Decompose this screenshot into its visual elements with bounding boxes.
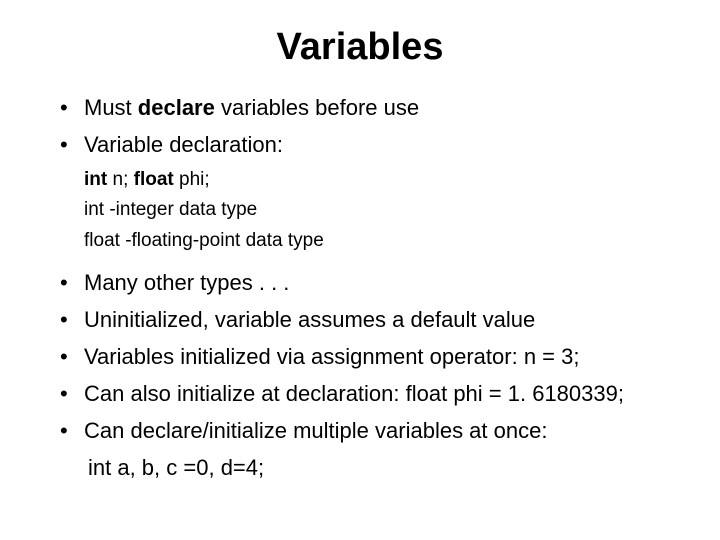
bullet-item-declare: Must declare variables before use (60, 91, 680, 124)
bullet-item-init-decl: Can also initialize at declaration: floa… (60, 377, 680, 410)
bullet-text: Can also initialize at declaration: floa… (84, 381, 624, 406)
code-line-multiple: int a, b, c =0, d=4; (40, 451, 680, 484)
bullet-text: Variables initialized via assignment ope… (84, 344, 579, 369)
bullet-item-other-types: Many other types . . . (60, 266, 680, 299)
bullet-item-declaration: Variable declaration: (60, 128, 680, 161)
sub-list: int n; float phi; int -integer data type… (40, 165, 680, 256)
code-keyword-float: float (134, 169, 174, 190)
sub-item-int: int -integer data type (84, 195, 680, 225)
slide-title: Variables (40, 26, 680, 69)
bullet-text: Uninitialized, variable assumes a defaul… (84, 307, 535, 332)
bullet-text: Can declare/initialize multiple variable… (84, 418, 547, 443)
bullet-list: Must declare variables before use Variab… (40, 91, 680, 161)
bullet-item-assignment: Variables initialized via assignment ope… (60, 340, 680, 373)
sub-item-code: int n; float phi; (84, 165, 680, 195)
code-text: phi; (174, 169, 210, 190)
bullet-text: Variable declaration: (84, 132, 283, 157)
bullet-text: Many other types . . . (84, 270, 289, 295)
bullet-item-uninitialized: Uninitialized, variable assumes a defaul… (60, 303, 680, 336)
bullet-text-pre: Must (84, 95, 138, 120)
bullet-item-multiple: Can declare/initialize multiple variable… (60, 414, 680, 447)
slide: Variables Must declare variables before … (0, 0, 720, 540)
bullet-list-continued: Many other types . . . Uninitialized, va… (40, 266, 680, 447)
bullet-text-strong: declare (138, 95, 215, 120)
code-text: n; (107, 169, 133, 190)
code-keyword-int: int (84, 169, 107, 190)
bullet-text-post: variables before use (215, 95, 419, 120)
sub-item-float: float -floating-point data type (84, 226, 680, 256)
